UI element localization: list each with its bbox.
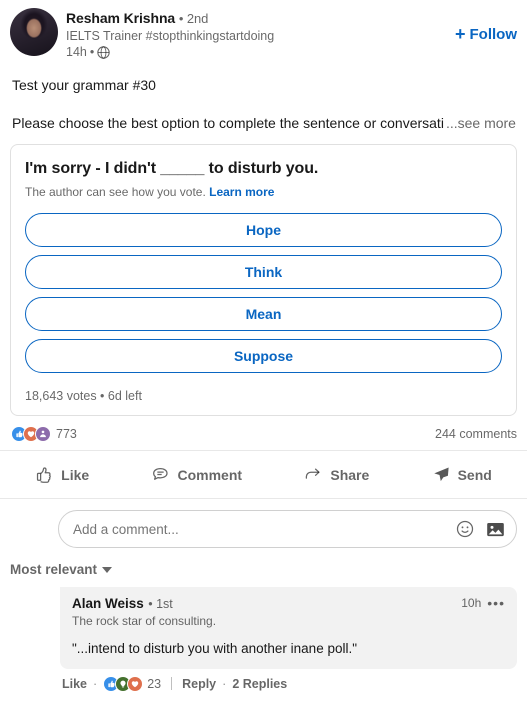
share-button[interactable]: Share — [292, 457, 381, 492]
poll-option-3[interactable]: Suppose — [25, 339, 502, 374]
comment-timestamp: 10h — [461, 596, 482, 611]
author-name[interactable]: Resham Krishna • 2nd — [66, 10, 515, 28]
comment-reply-button[interactable]: Reply — [182, 677, 216, 691]
post-timestamp: 14h — [66, 45, 87, 60]
send-button[interactable]: Send — [420, 457, 504, 492]
comment-reaction-count: 23 — [147, 676, 162, 691]
follow-label: Follow — [469, 25, 518, 43]
more-options-icon[interactable]: ••• — [487, 596, 505, 610]
plus-icon: + — [454, 24, 466, 44]
post-header: Resham Krishna • 2nd IELTS Trainer #stop… — [0, 0, 527, 61]
current-user-avatar[interactable] — [10, 509, 50, 549]
post-text-line2: Please choose the best option to complet… — [12, 115, 444, 132]
author-info: Resham Krishna • 2nd IELTS Trainer #stop… — [66, 8, 515, 61]
post-action-bar: Like Comment Share Send — [0, 451, 527, 500]
linkedin-post-card: Resham Krishna • 2nd IELTS Trainer #stop… — [0, 0, 527, 711]
reaction-count: 773 — [56, 427, 77, 442]
commenter-degree: • 1st — [148, 597, 173, 612]
author-degree: • 2nd — [178, 11, 209, 26]
poll-options-list: Hope Think Mean Suppose — [25, 213, 502, 374]
comment-meta: 10h ••• — [461, 595, 505, 611]
comment-topline: Alan Weiss • 1st 10h ••• — [72, 595, 505, 613]
reaction-icon-stack — [11, 426, 51, 443]
send-button-label: Send — [457, 466, 492, 483]
post-text-line1: Test your grammar #30 — [12, 76, 156, 93]
love-reaction-icon — [127, 675, 144, 692]
poll-option-2[interactable]: Mean — [25, 297, 502, 332]
sort-dropdown-button[interactable]: Most relevant — [10, 562, 113, 578]
author-avatar[interactable] — [10, 8, 58, 56]
poll-question: I'm sorry - I didn't _____ to disturb yo… — [25, 159, 319, 177]
see-more-link[interactable]: ...see more — [446, 114, 516, 134]
commenter-name[interactable]: Alan Weiss — [72, 596, 144, 611]
poll-option-1[interactable]: Think — [25, 255, 502, 290]
poll-footer-stats: 18,643 votes • 6d left — [25, 389, 142, 404]
author-headline: IELTS Trainer #stopthinkingstartdoing — [66, 28, 275, 43]
comment-input-box[interactable] — [58, 510, 517, 549]
share-arrow-icon — [304, 465, 323, 484]
comment-action-sep-2: · — [222, 676, 227, 691]
comment-reactions[interactable]: 23 — [103, 675, 162, 692]
comment-bubble-icon — [151, 465, 170, 484]
comment-reaction-stack — [103, 675, 144, 692]
comment-text: "...intend to disturb you with another i… — [72, 641, 358, 657]
meta-dot: • — [89, 45, 95, 60]
poll-subtext-row: The author can see how you vote. Learn m… — [25, 185, 502, 199]
poll-card: I'm sorry - I didn't _____ to disturb yo… — [10, 143, 517, 417]
support-reaction-icon — [35, 426, 51, 443]
commenter-headline: The rock star of consulting. — [72, 614, 217, 629]
comment-input-icons — [455, 519, 506, 540]
post-text-line2-row: Please choose the best option to complet… — [0, 114, 527, 134]
learn-more-link[interactable]: Learn more — [209, 185, 274, 199]
chevron-down-icon — [102, 566, 113, 573]
poll-subtext: The author can see how you vote. — [25, 185, 206, 200]
poll-option-0[interactable]: Hope — [25, 213, 502, 248]
comment-bubble: Alan Weiss • 1st 10h ••• The rock star o… — [60, 587, 517, 669]
commenter-identity: Alan Weiss • 1st — [72, 595, 173, 613]
post-meta: 14h • — [66, 45, 515, 61]
comment-action-sep-1: · — [93, 676, 98, 691]
image-photo-icon[interactable] — [485, 519, 506, 540]
author-name-text: Resham Krishna — [66, 10, 176, 26]
sort-label: Most relevant — [10, 562, 98, 578]
comment-replies-link[interactable]: 2 Replies — [232, 677, 287, 691]
comment-sort-row: Most relevant — [0, 553, 527, 581]
comment-like-button[interactable]: Like — [62, 677, 87, 691]
comment-input[interactable] — [73, 521, 455, 537]
comments-count[interactable]: 244 comments — [435, 427, 517, 441]
like-button[interactable]: Like — [23, 457, 101, 492]
comment-actions: Like · 23 Reply · 2 Replies — [60, 675, 517, 692]
emoji-smiley-icon[interactable] — [455, 519, 475, 539]
social-counts-bar: 773 244 comments — [0, 416, 527, 452]
action-divider — [171, 677, 173, 691]
comment-button-label: Comment — [177, 466, 243, 483]
comment-item: Alan Weiss • 1st 10h ••• The rock star o… — [0, 581, 527, 692]
comment-main: Alan Weiss • 1st 10h ••• The rock star o… — [60, 587, 517, 692]
commenter-avatar[interactable] — [10, 587, 52, 629]
send-paperplane-icon — [432, 465, 451, 484]
share-button-label: Share — [330, 466, 370, 483]
comment-button[interactable]: Comment — [139, 457, 254, 492]
globe-icon — [97, 46, 110, 60]
like-button-label: Like — [61, 466, 90, 483]
reactions-summary[interactable]: 773 — [11, 426, 77, 443]
thumbs-up-icon — [35, 465, 54, 484]
comment-input-row — [0, 499, 527, 553]
follow-button[interactable]: + Follow — [455, 25, 517, 43]
